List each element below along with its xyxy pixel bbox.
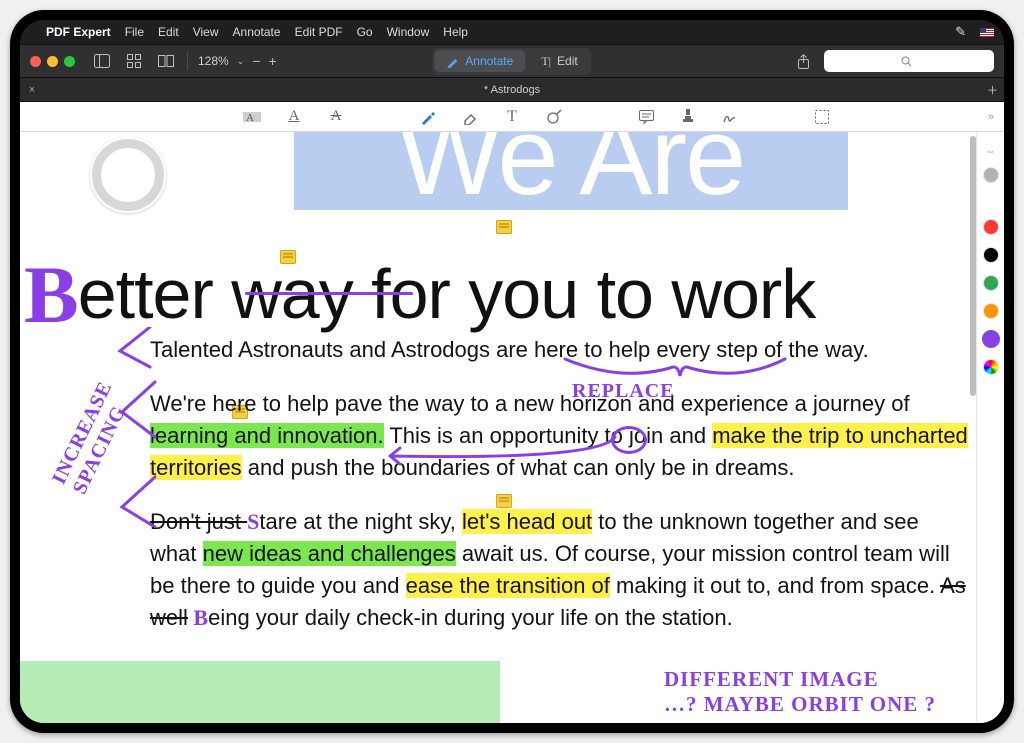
color-picker-icon[interactable] <box>984 360 998 374</box>
tool-shape-icon[interactable] <box>543 106 565 128</box>
note-different-image: DIFFERENT IMAGE …? MAYBE ORBIT ONE ? <box>664 667 936 717</box>
document-canvas[interactable]: We Are Better way for you to work Talent… <box>20 132 976 723</box>
fullscreen-window-button[interactable] <box>64 56 75 67</box>
app-toolbar: 128% ⌄ − + Annotate T| Edit <box>20 44 1004 78</box>
input-flag-icon[interactable] <box>980 28 994 37</box>
svg-text:A: A <box>246 112 254 124</box>
note-line-2: …? MAYBE ORBIT ONE ? <box>664 692 936 716</box>
device-frame: PDF Expert File Edit View Annotate Edit … <box>10 10 1014 733</box>
zoom-dropdown-icon[interactable]: ⌄ <box>237 56 245 67</box>
grid-view-icon[interactable] <box>123 50 145 72</box>
minimize-window-button[interactable] <box>47 56 58 67</box>
highlight-yellow: let's head out <box>462 509 592 534</box>
app-name[interactable]: PDF Expert <box>46 25 111 39</box>
screen: PDF Expert File Edit View Annotate Edit … <box>20 20 1004 723</box>
tool-signature-icon[interactable] <box>719 106 741 128</box>
banner-text: We Are <box>398 132 745 212</box>
headline-text: etter way for you to work <box>78 255 816 333</box>
expand-toolbar-icon[interactable]: » <box>988 111 994 123</box>
search-field[interactable] <box>824 50 994 72</box>
menu-annotate[interactable]: Annotate <box>233 25 281 39</box>
menu-file[interactable]: File <box>125 25 144 39</box>
arrow-insert <box>370 434 620 473</box>
menu-view[interactable]: View <box>193 25 219 39</box>
mode-annotate-label: Annotate <box>465 54 513 68</box>
menu-window[interactable]: Window <box>387 25 430 39</box>
tool-text-icon[interactable]: T <box>501 106 523 128</box>
color-swatch-orange[interactable] <box>984 304 998 318</box>
color-swatch-red[interactable] <box>984 220 998 234</box>
toolbar-divider <box>187 52 188 70</box>
headline-initial: B <box>24 248 78 342</box>
color-swatch-green[interactable] <box>984 276 998 290</box>
panel-drag-icon[interactable]: ⇔ <box>984 146 998 154</box>
note-line-1: DIFFERENT IMAGE <box>664 667 879 691</box>
tool-underline-icon[interactable]: A <box>283 106 305 128</box>
mode-edit-label: Edit <box>557 54 578 68</box>
zoom-in-button[interactable]: + <box>268 53 276 69</box>
tool-strikethrough-icon[interactable]: A <box>325 106 347 128</box>
close-window-button[interactable] <box>30 56 41 67</box>
menu-go[interactable]: Go <box>357 25 373 39</box>
note-replace: REPLACE <box>572 380 675 403</box>
mac-menubar: PDF Expert File Edit View Annotate Edit … <box>20 20 1004 44</box>
highlight-yellow: ease the transition of <box>406 573 610 598</box>
tab-title[interactable]: * Astrodogs <box>484 84 540 96</box>
split-view-icon[interactable] <box>155 50 177 72</box>
highlight-green: new ideas and challenges <box>203 541 456 566</box>
window-controls <box>30 56 75 67</box>
menu-edit[interactable]: Edit <box>158 25 179 39</box>
color-side-panel: ⇔ <box>976 132 1004 723</box>
color-swatch-purple[interactable] <box>984 332 998 346</box>
text-cursor-icon: T| <box>541 54 551 69</box>
banner-box: We Are <box>294 132 848 210</box>
color-swatch-gray[interactable] <box>984 168 998 182</box>
menu-help[interactable]: Help <box>443 25 468 39</box>
menu-edit-pdf[interactable]: Edit PDF <box>295 25 343 39</box>
tool-highlight-text-icon[interactable]: A <box>241 106 263 128</box>
zoom-percent[interactable]: 128% <box>198 54 229 68</box>
insert-s: S <box>247 509 259 534</box>
search-icon <box>901 56 912 67</box>
zoom-out-button[interactable]: − <box>252 53 260 69</box>
pencil-icon[interactable]: ✎ <box>955 24 966 40</box>
mode-switch: Annotate T| Edit <box>432 48 591 75</box>
sidebar-toggle-icon[interactable] <box>91 50 113 72</box>
sticky-note-icon[interactable] <box>496 220 512 234</box>
progress-ring <box>90 137 166 213</box>
tool-note-icon[interactable] <box>635 106 657 128</box>
new-tab-button[interactable]: ＋ <box>987 82 998 98</box>
paragraph-3: Don't just Stare at the night sky, let's… <box>150 506 970 634</box>
tab-bar: × * Astrodogs ＋ <box>20 78 1004 102</box>
mode-edit-button[interactable]: T| Edit <box>529 50 589 73</box>
tool-select-area-icon[interactable] <box>811 106 833 128</box>
tool-stamp-icon[interactable] <box>677 106 699 128</box>
image-placeholder-highlight <box>20 661 500 723</box>
strike-way-mark <box>245 292 413 295</box>
mode-annotate-button[interactable]: Annotate <box>434 50 525 72</box>
tool-eraser-icon[interactable] <box>459 106 481 128</box>
share-icon[interactable] <box>792 50 814 72</box>
highlight-green: learning and innovation. <box>150 423 384 448</box>
insert-b: B <box>188 605 208 630</box>
vertical-scrollbar[interactable] <box>969 132 976 723</box>
zoom-control: 128% ⌄ − + <box>198 53 277 69</box>
sticky-note-icon[interactable] <box>280 250 296 264</box>
annotation-toolbar: A A A T » <box>20 102 1004 132</box>
tool-pen-icon[interactable] <box>417 106 439 128</box>
workspace: We Are Better way for you to work Talent… <box>20 132 1004 723</box>
color-swatch-black[interactable] <box>984 248 998 262</box>
caret-marks <box>110 327 170 532</box>
tab-close-button[interactable]: × <box>20 84 44 96</box>
